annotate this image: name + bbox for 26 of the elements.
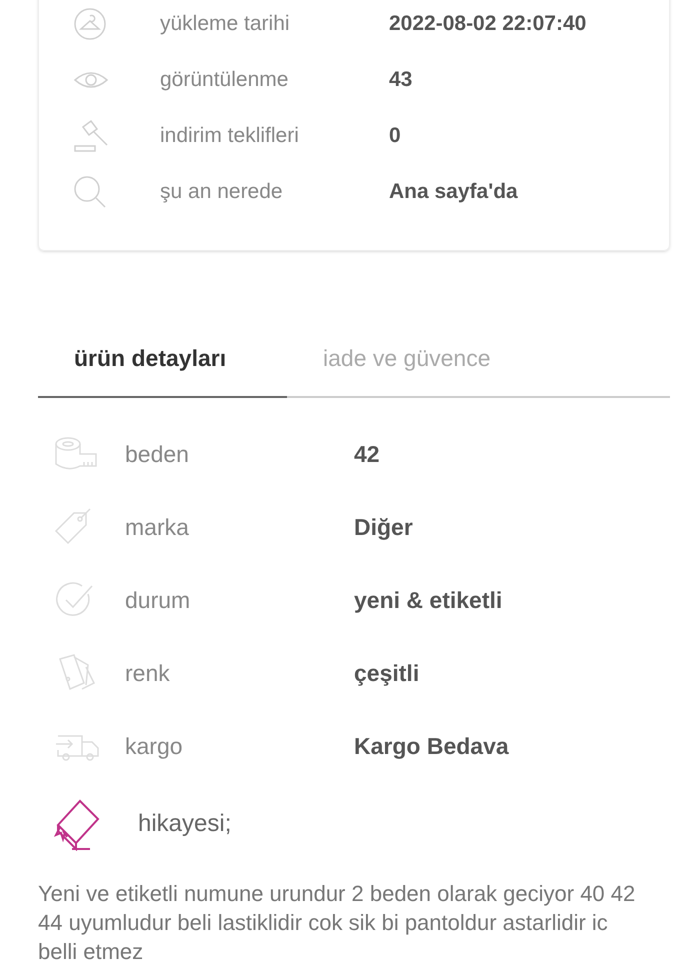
stat-label: indirim teklifleri [160, 123, 300, 150]
stat-value: 43 [389, 67, 412, 94]
eye-icon [73, 70, 109, 90]
detail-value: Diğer [354, 512, 413, 542]
story-title: hikayesi; [138, 808, 232, 838]
stat-label: görüntülenme [160, 67, 290, 94]
tab[interactable]: ürün detayları [38, 341, 287, 398]
gavel-icon [73, 119, 109, 153]
detail-label: marka [125, 512, 190, 542]
detail-value: yeni & etiketli [354, 586, 502, 615]
stat-value: 2022-08-02 22:07:40 [389, 11, 586, 38]
stat-value: 0 [389, 123, 401, 150]
detail-value: çeşitli [354, 658, 420, 688]
detail-label: durum [125, 586, 192, 615]
hanger-icon [73, 7, 107, 41]
detail-label: renk [125, 658, 171, 688]
stat-label: yükleme tarihi [160, 11, 291, 38]
stat-value: Ana sayfa'da [389, 179, 518, 206]
detail-label: beden [125, 440, 190, 469]
detail-label: kargo [125, 732, 184, 761]
detail-value: 42 [354, 440, 380, 469]
search-icon [73, 175, 107, 209]
detail-value: Kargo Bedava [354, 732, 509, 761]
stat-label: şu an nerede [160, 179, 284, 206]
story-text: Yeni ve etiketli numune urundur 2 beden olarak geciyor 40 42 44 uyumludur beli lastiklidir cok sik bi pantoldur astarlidir ic belli etmez [38, 880, 636, 966]
tape-measure-icon [54, 436, 98, 472]
